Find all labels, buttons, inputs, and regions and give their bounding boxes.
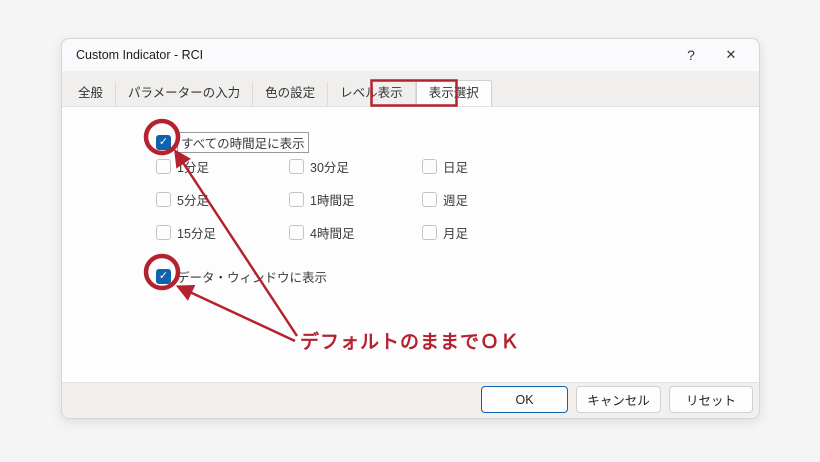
checkbox-mn1[interactable]: [422, 225, 437, 240]
checkbox-label: 5分足: [177, 194, 209, 208]
check-icon: ✓: [158, 136, 169, 148]
checkbox-row-h4[interactable]: 4時間足: [289, 225, 422, 241]
checkbox-m15[interactable]: [156, 225, 171, 240]
custom-indicator-dialog: Custom Indicator - RCI ? ✕ 全般 パラメーターの入力 …: [61, 38, 760, 419]
help-icon[interactable]: ?: [671, 39, 711, 71]
checkbox-data-window[interactable]: ✓: [156, 269, 171, 284]
ok-button[interactable]: OK: [481, 386, 568, 413]
checkbox-label: 月足: [443, 227, 469, 241]
checkbox-w1[interactable]: [422, 192, 437, 207]
tab-colors[interactable]: 色の設定: [253, 82, 329, 106]
checkbox-m30[interactable]: [289, 159, 304, 174]
checkbox-all-timeframes[interactable]: ✓: [156, 135, 171, 150]
checkbox-m5[interactable]: [156, 192, 171, 207]
dialog-footer: OK キャンセル リセット: [62, 382, 759, 418]
cancel-button[interactable]: キャンセル: [576, 386, 661, 413]
checkbox-row-mn1[interactable]: 月足: [422, 225, 555, 241]
checkbox-row-h1[interactable]: 1時間足: [289, 192, 422, 208]
checkbox-label: 1時間足: [310, 194, 355, 208]
checkbox-label: 15分足: [177, 227, 216, 241]
checkbox-row-d1[interactable]: 日足: [422, 159, 555, 175]
checkbox-label: 4時間足: [310, 227, 355, 241]
checkbox-row-data-window[interactable]: ✓ データ・ウィンドウに表示: [156, 267, 327, 286]
checkbox-h4[interactable]: [289, 225, 304, 240]
tab-general[interactable]: 全般: [66, 82, 117, 106]
tab-levels[interactable]: レベル表示: [328, 82, 416, 106]
timeframe-grid: 1分足 30分足 日足 5分足 1時間足 週足 15分足 4時間足 月足: [156, 159, 555, 241]
checkbox-label: 1分足: [177, 161, 209, 175]
tab-parameters[interactable]: パラメーターの入力: [116, 82, 254, 106]
window-title: Custom Indicator - RCI: [76, 48, 204, 62]
check-icon: ✓: [158, 270, 169, 282]
checkbox-row-w1[interactable]: 週足: [422, 192, 555, 208]
checkbox-m1[interactable]: [156, 159, 171, 174]
checkbox-row-m5[interactable]: 5分足: [156, 192, 289, 208]
checkbox-d1[interactable]: [422, 159, 437, 174]
checkbox-label: 30分足: [310, 161, 349, 175]
reset-button[interactable]: リセット: [669, 386, 753, 413]
tab-content: ✓ すべての時間足に表示 1分足 30分足 日足 5分足 1時間足 週足 15分…: [62, 106, 759, 384]
title-bar: Custom Indicator - RCI ? ✕: [62, 39, 759, 71]
checkbox-h1[interactable]: [289, 192, 304, 207]
tab-strip: 全般 パラメーターの入力 色の設定 レベル表示 表示選択: [62, 71, 759, 106]
tab-visualization[interactable]: 表示選択: [415, 80, 492, 106]
checkbox-label: 日足: [443, 161, 469, 175]
checkbox-label: すべての時間足に表示: [177, 132, 309, 153]
annotation-text: デフォルトのままでＯＫ: [300, 332, 521, 353]
checkbox-label: 週足: [443, 194, 469, 208]
checkbox-row-all-timeframes[interactable]: ✓ すべての時間足に表示: [156, 132, 309, 153]
checkbox-row-m15[interactable]: 15分足: [156, 225, 289, 241]
checkbox-label: データ・ウィンドウに表示: [177, 271, 328, 285]
checkbox-row-m30[interactable]: 30分足: [289, 159, 422, 175]
checkbox-row-m1[interactable]: 1分足: [156, 159, 289, 175]
close-icon[interactable]: ✕: [711, 39, 751, 71]
